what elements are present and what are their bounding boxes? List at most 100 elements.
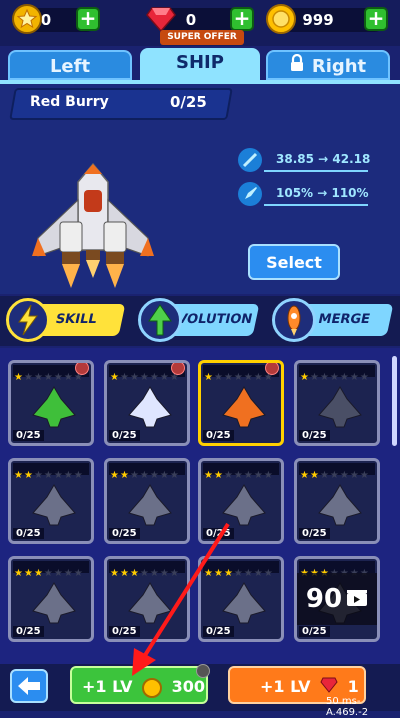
lightning-icon — [6, 298, 50, 342]
star-icon: ★ — [110, 372, 119, 383]
ship-name: Red Burry — [30, 94, 109, 110]
stat-divider-1 — [264, 170, 368, 172]
star-icon: ★ — [223, 470, 233, 481]
add-coins-button[interactable]: + — [364, 7, 388, 31]
star-icon: ★ — [253, 372, 263, 383]
star-icon: ★ — [14, 568, 23, 579]
lock-icon — [290, 52, 304, 82]
star-icon: ★ — [33, 568, 43, 579]
star-rating: ★★★★★★★ — [299, 561, 375, 579]
tab-right[interactable]: Right — [266, 50, 390, 80]
star-rating: ★★★★★★★ — [299, 463, 375, 481]
coin-icon — [142, 677, 163, 698]
rocket-stat-icon — [238, 182, 262, 206]
attack-stat: 38.85 → 42.18 — [276, 152, 371, 166]
star-icon: ★ — [33, 470, 43, 481]
star-icon: ★ — [23, 568, 33, 579]
star-icon: ★ — [129, 372, 139, 383]
super-offer-badge[interactable]: SUPER OFFER — [160, 30, 244, 45]
star-icon: ★ — [159, 470, 169, 481]
ship-thumbnail-icon — [222, 386, 266, 428]
star-icon: ★ — [359, 372, 369, 383]
merge-label: MERGE — [316, 312, 372, 327]
star-icon: ★ — [309, 372, 319, 383]
star-icon: ★ — [223, 372, 233, 383]
ship-card[interactable]: ★★★★★★★ 0/25 90 — [294, 556, 380, 642]
star-icon: ★ — [129, 470, 139, 481]
star-icon: ★ — [73, 470, 83, 481]
select-button[interactable]: Select — [248, 244, 340, 280]
level-up-gem-cost: 1 — [347, 677, 359, 696]
star-icon: ★ — [319, 470, 329, 481]
star-icon: ★ — [53, 568, 63, 579]
gem-icon — [146, 6, 176, 33]
tab-ship[interactable]: SHIP — [140, 48, 260, 80]
back-button[interactable] — [10, 669, 48, 703]
fire-rate-stat: 105% → 110% — [276, 186, 369, 200]
add-stars-button[interactable]: + — [76, 7, 100, 31]
star-icon: ★ — [23, 372, 33, 383]
card-progress: 0/25 — [203, 430, 234, 441]
version-text: 50 ms-A.469.-2 — [326, 696, 369, 718]
attack-stat-icon — [238, 148, 262, 172]
card-progress: 0/25 — [109, 430, 140, 441]
card-progress: 0/25 — [13, 528, 44, 539]
ship-thumbnail-icon — [318, 386, 362, 428]
grid-scrollbar[interactable] — [392, 356, 397, 446]
ship-card[interactable]: ★★★★★★★ 0/25 — [8, 458, 94, 544]
tab-right-label: Right — [311, 56, 367, 77]
star-icon: ★ — [243, 568, 253, 579]
star-icon: ★ — [169, 470, 179, 481]
star-icon: ★ — [339, 372, 349, 383]
star-icon: ★ — [359, 470, 369, 481]
ship-card[interactable]: ★★★★★★★ 0/25 — [8, 556, 94, 642]
ship-card[interactable]: ★★★★★★★ 0/25 — [104, 360, 190, 446]
ship-thumbnail-icon — [318, 484, 362, 526]
card-progress: 0/25 — [299, 626, 330, 637]
card-progress: 0/25 — [299, 528, 330, 539]
star-rating: ★★★★★★★ — [13, 561, 89, 579]
star-icon: ★ — [339, 470, 349, 481]
star-icon: ★ — [43, 470, 53, 481]
ship-card[interactable]: ★★★★★★★ 0/25 — [198, 360, 284, 446]
skill-label: SKILL — [54, 312, 99, 327]
coin-icon — [266, 4, 296, 34]
star-icon: ★ — [43, 372, 53, 383]
star-icon: ★ — [43, 568, 53, 579]
ship-preview — [28, 160, 158, 290]
star-icon: ★ — [263, 568, 273, 579]
card-progress: 0/25 — [13, 626, 44, 637]
star-icon: ★ — [300, 372, 309, 383]
rocket-icon — [272, 298, 316, 342]
video-icon — [346, 584, 368, 614]
evolution-icon — [138, 298, 182, 342]
card-progress: 0/25 — [299, 430, 330, 441]
notification-dot — [171, 363, 185, 375]
star-icon: ★ — [300, 470, 309, 481]
star-icon: ★ — [159, 372, 169, 383]
star-icon: ★ — [149, 470, 159, 481]
star-icon: ★ — [119, 372, 129, 383]
star-icon: ★ — [110, 470, 119, 481]
back-arrow-icon — [18, 677, 40, 695]
star-icon — [12, 4, 42, 34]
star-icon: ★ — [14, 372, 23, 383]
star-icon: ★ — [14, 470, 23, 481]
star-icon: ★ — [53, 470, 63, 481]
ship-thumbnail-icon — [32, 484, 76, 526]
star-icon: ★ — [73, 568, 83, 579]
ship-thumbnail-icon — [32, 386, 76, 428]
star-icon: ★ — [233, 372, 243, 383]
ship-card[interactable]: ★★★★★★★ 0/25 — [294, 458, 380, 544]
tab-left[interactable]: Left — [8, 50, 132, 80]
ship-card[interactable]: ★★★★★★★ 0/25 — [294, 360, 380, 446]
star-rating: ★★★★★★★ — [13, 463, 89, 481]
star-icon: ★ — [233, 470, 243, 481]
add-gems-button[interactable]: + — [230, 7, 254, 31]
star-icon: ★ — [139, 470, 149, 481]
star-icon: ★ — [119, 470, 129, 481]
star-rating: ★★★★★★★ — [299, 365, 375, 383]
ship-card[interactable]: ★★★★★★★ 0/25 — [8, 360, 94, 446]
star-icon: ★ — [309, 470, 319, 481]
video-unlock-overlay[interactable]: 90 — [297, 573, 377, 625]
